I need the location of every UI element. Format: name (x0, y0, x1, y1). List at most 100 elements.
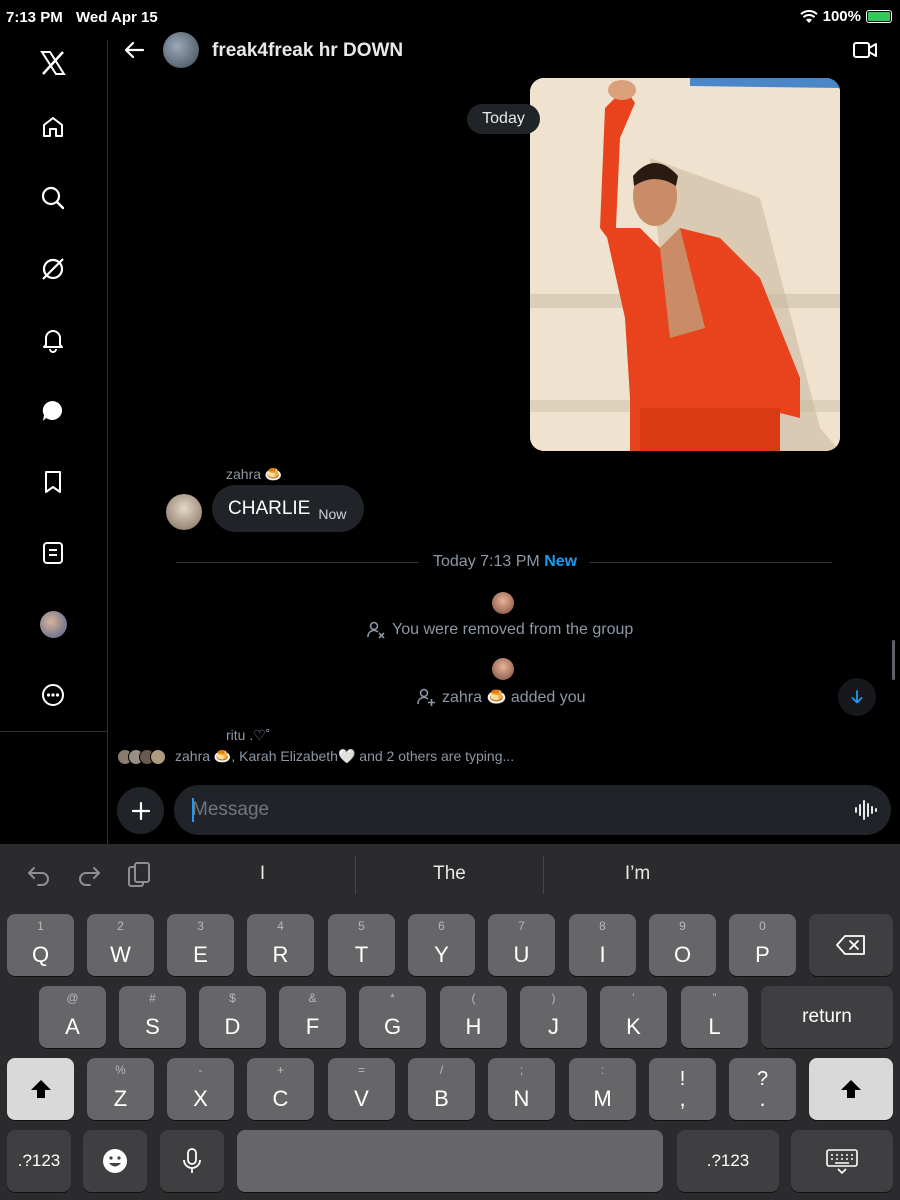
redo-icon[interactable] (74, 860, 104, 890)
system-event: zahra 🍮 added you (416, 687, 586, 707)
add-attachment-button[interactable] (117, 787, 164, 834)
key-h[interactable]: (H (440, 986, 507, 1048)
divider-line (176, 562, 419, 563)
return-key[interactable]: return (761, 986, 893, 1048)
paste-icon[interactable] (124, 860, 154, 890)
more-icon[interactable] (38, 680, 68, 710)
key-d[interactable]: $ D (199, 986, 266, 1048)
arrow-down-icon (851, 690, 863, 704)
key-g[interactable]: * G (359, 986, 426, 1048)
dictation-key[interactable] (160, 1130, 224, 1192)
message-time: Now (318, 505, 347, 522)
delete-icon (836, 935, 865, 955)
typing-avatars (117, 748, 166, 765)
suggestion-2[interactable]: The (356, 863, 543, 885)
battery-percent: 100% (822, 8, 861, 25)
back-button[interactable] (120, 36, 148, 64)
key-t[interactable]: 5T (328, 914, 395, 976)
key-z[interactable]: % Z (87, 1058, 154, 1120)
suggestion-1[interactable]: I (170, 863, 355, 885)
scrollbar[interactable] (892, 640, 895, 680)
status-time: 7:13 PM (6, 9, 63, 26)
delete-key[interactable] (809, 914, 893, 976)
sidebar-divider (0, 731, 107, 732)
numbers-key-right[interactable]: .?123 (677, 1130, 779, 1192)
message-sender-name: zahra 🍮 (226, 466, 283, 482)
typing-user-name: ritu .♡˚ (226, 727, 271, 743)
undo-icon[interactable] (24, 860, 54, 890)
key-r[interactable]: 4R (247, 914, 314, 976)
key-y[interactable]: 6Y (408, 914, 475, 976)
emoji-key[interactable] (83, 1130, 147, 1192)
numbers-key-left[interactable]: .?123 (7, 1130, 71, 1192)
bookmarks-icon[interactable] (38, 467, 68, 497)
key-a[interactable]: @ A (39, 986, 106, 1048)
key-k[interactable]: ’ K (600, 986, 667, 1048)
key-s[interactable]: # S (119, 986, 186, 1048)
key-q[interactable]: 1Q (7, 914, 74, 976)
message-text: CHARLIE (228, 497, 311, 519)
emoji-icon (103, 1149, 127, 1173)
message-input[interactable] (192, 785, 832, 835)
key-o[interactable]: 9O (649, 914, 716, 976)
key-m[interactable]: :M (569, 1058, 636, 1120)
typing-text: zahra 🍮, Karah Elizabeth🤍 and 2 others a… (175, 748, 515, 764)
video-call-button[interactable] (850, 36, 880, 64)
message-bubble[interactable]: CHARLIE Now (212, 485, 365, 532)
key-period[interactable]: ?. (729, 1058, 796, 1120)
typing-indicator: zahra 🍮, Karah Elizabeth🤍 and 2 others a… (117, 748, 514, 765)
plus-icon (131, 801, 150, 820)
x-logo-icon[interactable] (38, 48, 68, 78)
divider-timestamp: Today 7:13 PM (433, 553, 540, 570)
shift-icon (841, 1080, 861, 1098)
sidebar (0, 40, 108, 845)
keyboard-dismiss-icon (826, 1149, 858, 1174)
shift-key-right[interactable] (809, 1058, 893, 1120)
suggestion-3[interactable]: I’m (544, 863, 731, 885)
key-c[interactable]: + C (247, 1058, 314, 1120)
conversation-title[interactable]: freak4freak hr DOWN (212, 40, 403, 62)
key-x[interactable]: -X (167, 1058, 234, 1120)
person-add-icon (417, 688, 435, 706)
messages-icon[interactable] (38, 396, 68, 426)
video-camera-icon (853, 42, 877, 58)
battery-icon (866, 10, 892, 23)
new-messages-divider: Today 7:13 PM New (433, 553, 577, 571)
shared-photo[interactable] (530, 78, 840, 451)
key-b[interactable]: / B (408, 1058, 475, 1120)
system-event: You were removed from the group (366, 620, 633, 640)
hide-keyboard-key[interactable] (791, 1130, 893, 1192)
key-w[interactable]: 2W (87, 914, 154, 976)
key-e[interactable]: 3E (167, 914, 234, 976)
notifications-icon[interactable] (38, 325, 68, 355)
shift-key-left[interactable] (7, 1058, 74, 1120)
lists-icon[interactable] (38, 538, 68, 568)
search-icon[interactable] (38, 183, 68, 213)
profile-avatar[interactable] (38, 609, 68, 639)
system-event-text: You were removed from the group (392, 621, 634, 638)
wifi-icon (799, 9, 818, 23)
key-comma[interactable]: !, (649, 1058, 716, 1120)
key-l[interactable]: ” L (681, 986, 748, 1048)
audio-waveform-icon (855, 800, 877, 820)
key-j[interactable]: ) J (520, 986, 587, 1048)
event-avatar (492, 592, 514, 614)
scroll-to-bottom-button[interactable] (838, 678, 876, 716)
grok-icon[interactable] (38, 254, 68, 284)
group-avatar[interactable] (163, 32, 199, 68)
sender-avatar[interactable] (166, 494, 202, 530)
key-i[interactable]: 8I (569, 914, 636, 976)
voice-message-button[interactable] (853, 797, 879, 823)
status-indicators: 100% (799, 8, 892, 25)
person-removed-icon (367, 621, 385, 639)
key-p[interactable]: 0P (729, 914, 796, 976)
microphone-icon (183, 1148, 201, 1173)
home-icon[interactable] (38, 112, 68, 142)
date-pill: Today (467, 104, 540, 134)
key-v[interactable]: = V (328, 1058, 395, 1120)
key-n[interactable]: ; N (488, 1058, 555, 1120)
space-bar[interactable] (237, 1130, 663, 1192)
new-badge: New (544, 553, 578, 570)
key-f[interactable]: & F (279, 986, 346, 1048)
key-u[interactable]: 7U (488, 914, 555, 976)
